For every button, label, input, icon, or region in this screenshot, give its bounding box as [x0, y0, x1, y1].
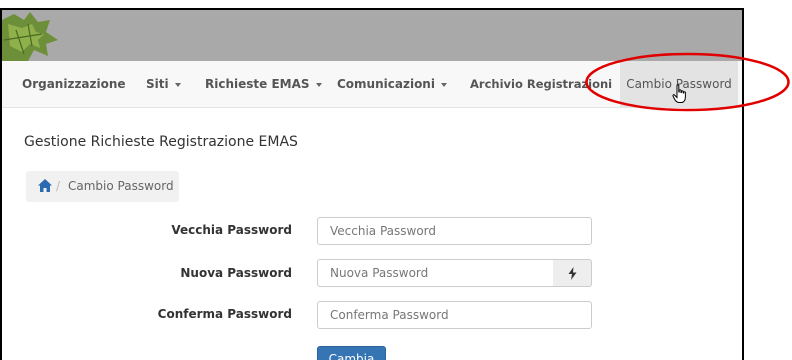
home-icon[interactable] [38, 179, 52, 192]
nav-richieste-emas-dropdown[interactable]: Richieste EMAS [205, 61, 322, 107]
cambia-submit-button[interactable]: Cambia [317, 346, 386, 360]
old-password-input[interactable] [317, 217, 592, 245]
nav-siti-dropdown[interactable]: Siti [146, 61, 181, 107]
header-banner [2, 10, 742, 61]
caret-down-icon [174, 82, 181, 87]
nav-richieste-emas-label: Richieste EMAS [205, 77, 310, 91]
nav-organizzazione[interactable]: Organizzazione [22, 61, 126, 107]
generate-password-button[interactable] [553, 259, 592, 287]
app-window: Organizzazione Siti Richieste EMAS Comun… [0, 8, 744, 360]
new-password-label: Nuova Password [180, 266, 292, 280]
nav-archivio-registrazioni[interactable]: Archivio Registrazioni [470, 61, 612, 107]
breadcrumb-current: Cambio Password [68, 179, 174, 193]
nav-archivio-registrazioni-label: Archivio Registrazioni [470, 77, 613, 91]
confirm-password-label: Conferma Password [157, 307, 292, 321]
old-password-label: Vecchia Password [171, 223, 292, 237]
vine-leaf-logo [2, 12, 58, 61]
breadcrumb-separator: / [56, 179, 61, 193]
page-title: Gestione Richieste Registrazione EMAS [24, 134, 298, 150]
lightning-bolt-icon [568, 267, 577, 280]
hand-pointer-cursor-icon [672, 84, 686, 103]
new-password-input[interactable] [317, 259, 554, 287]
main-navbar: Organizzazione Siti Richieste EMAS Comun… [2, 61, 742, 108]
nav-comunicazioni-label: Comunicazioni [337, 77, 435, 91]
confirm-password-input[interactable] [317, 301, 592, 329]
breadcrumb: / Cambio Password [26, 171, 179, 202]
nav-siti-label: Siti [146, 77, 169, 91]
caret-down-icon [315, 82, 322, 87]
nav-comunicazioni-dropdown[interactable]: Comunicazioni [337, 61, 447, 107]
nav-organizzazione-label: Organizzazione [22, 77, 126, 91]
caret-down-icon [440, 82, 447, 87]
